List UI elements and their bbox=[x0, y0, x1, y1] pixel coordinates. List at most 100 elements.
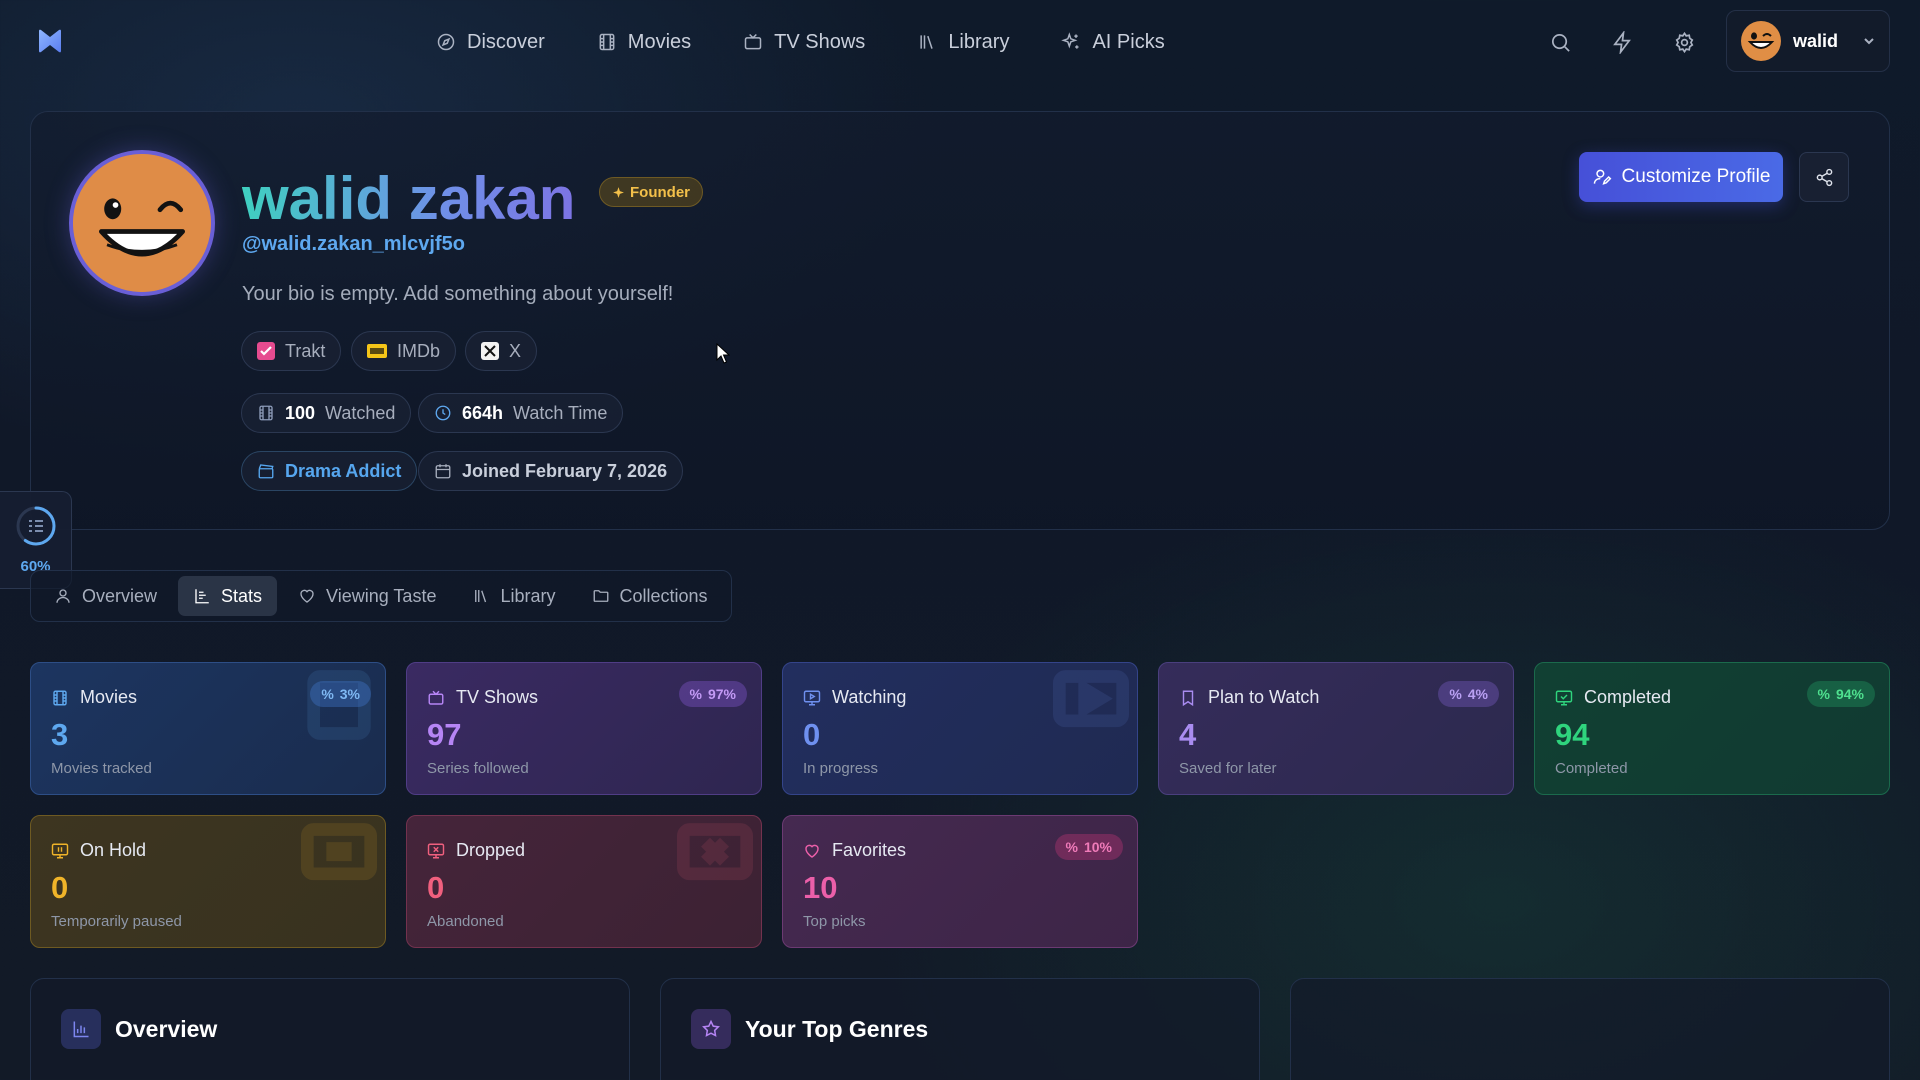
stat-card-tv-shows[interactable]: TV Shows % 97% 97 Series followed bbox=[406, 662, 762, 795]
percent-value: 94% bbox=[1835, 686, 1864, 702]
film-icon bbox=[259, 405, 273, 421]
film-icon bbox=[53, 690, 67, 705]
nav-ai-picks-label: AI Picks bbox=[1092, 30, 1165, 53]
panel-icon bbox=[691, 1009, 731, 1049]
star-icon bbox=[702, 1019, 720, 1037]
library-icon bbox=[475, 590, 487, 603]
search-icon bbox=[1551, 33, 1570, 52]
calendar-icon bbox=[435, 464, 451, 479]
percent-badge: % 94% bbox=[1806, 681, 1875, 707]
quick-actions-button[interactable] bbox=[1610, 24, 1634, 60]
watch-time-value: 664h bbox=[462, 402, 504, 423]
stat-title: Movies bbox=[80, 687, 138, 707]
link-imdb-label: IMDb bbox=[397, 340, 441, 361]
stat-card-dropped[interactable]: Dropped 0 Abandoned bbox=[406, 815, 762, 948]
tab-stats-label: Stats bbox=[221, 585, 263, 606]
percent-icon: % bbox=[321, 686, 334, 702]
stat-title: On Hold bbox=[80, 840, 147, 860]
nav-library[interactable]: Library bbox=[917, 24, 1009, 60]
customize-profile-button[interactable]: Customize Profile bbox=[1579, 152, 1783, 202]
nav-discover[interactable]: Discover bbox=[436, 24, 545, 60]
percent-badge: % 3% bbox=[310, 681, 371, 707]
user-name: walid bbox=[1793, 30, 1839, 51]
folder-icon bbox=[593, 590, 608, 602]
mouse-cursor-icon bbox=[716, 343, 730, 364]
profile-avatar[interactable] bbox=[69, 150, 215, 296]
clock-icon bbox=[435, 405, 451, 421]
nav-tv-shows[interactable]: TV Shows bbox=[743, 24, 865, 60]
top-genres-panel: Your Top Genres bbox=[660, 978, 1260, 1080]
bookmark-icon bbox=[1182, 690, 1194, 706]
nav-ai-picks[interactable]: AI Picks bbox=[1061, 24, 1165, 60]
stat-title: Favorites bbox=[832, 840, 907, 860]
user-icon bbox=[56, 589, 70, 603]
link-x[interactable]: X bbox=[465, 331, 538, 371]
heart-icon bbox=[300, 589, 314, 603]
clapperboard-icon bbox=[258, 464, 274, 479]
share-button[interactable] bbox=[1799, 152, 1849, 202]
percent-icon: % bbox=[1817, 686, 1830, 702]
user-menu-button[interactable]: walid bbox=[1726, 10, 1890, 72]
tab-viewing-taste-label: Viewing Taste bbox=[326, 585, 437, 606]
tab-collections-label: Collections bbox=[619, 585, 708, 606]
stat-subtitle: Series followed bbox=[427, 760, 529, 777]
founder-badge-label: Founder bbox=[630, 183, 690, 201]
overview-panel: Overview bbox=[30, 978, 630, 1080]
stat-value: 0 bbox=[51, 870, 69, 905]
joined-date: Joined February 7, 2026 bbox=[462, 460, 668, 481]
share-icon bbox=[1816, 168, 1832, 186]
percent-icon: % bbox=[1065, 839, 1078, 855]
compass-icon bbox=[437, 33, 455, 51]
profile-tabs: Overview Stats Viewing Taste Library Col… bbox=[30, 570, 732, 622]
link-trakt[interactable]: Trakt bbox=[241, 331, 342, 371]
percent-badge: % 4% bbox=[1438, 681, 1499, 707]
tab-overview[interactable]: Overview bbox=[39, 576, 172, 616]
tab-library[interactable]: Library bbox=[457, 576, 570, 616]
tab-collections[interactable]: Collections bbox=[577, 576, 723, 616]
panel-icon bbox=[61, 1009, 101, 1049]
tab-overview-label: Overview bbox=[82, 585, 158, 606]
watched-count: 100 bbox=[285, 402, 316, 423]
tab-viewing-taste[interactable]: Viewing Taste bbox=[283, 576, 451, 616]
stat-card-on-hold[interactable]: On Hold 0 Temporarily paused bbox=[30, 815, 386, 948]
settings-button[interactable] bbox=[1672, 24, 1696, 60]
tab-stats[interactable]: Stats bbox=[178, 576, 278, 616]
joined-date-chip: Joined February 7, 2026 bbox=[418, 451, 684, 491]
percent-icon: % bbox=[689, 686, 702, 702]
tv-icon bbox=[428, 690, 444, 705]
profile-name: walid zakan bbox=[242, 165, 576, 232]
stat-card-movies[interactable]: Movies % 3% 3 Movies tracked bbox=[30, 662, 386, 795]
film-icon bbox=[599, 33, 615, 51]
heart-icon bbox=[805, 844, 819, 858]
chart-icon bbox=[195, 589, 209, 604]
persona-label: Drama Addict bbox=[285, 460, 402, 481]
nav-movies-label: Movies bbox=[627, 30, 692, 53]
panel-title: Overview bbox=[115, 1015, 218, 1042]
top-navbar: Discover Movies TV Shows Library AI Pick… bbox=[0, 0, 1920, 84]
percent-value: 10% bbox=[1083, 839, 1112, 855]
sparkles-icon bbox=[1061, 32, 1079, 49]
brand-logo-icon[interactable] bbox=[36, 27, 64, 55]
stat-card-watching[interactable]: Watching 0 In progress bbox=[782, 662, 1138, 795]
stat-subtitle: Movies tracked bbox=[51, 760, 152, 777]
stat-subtitle: Temporarily paused bbox=[51, 913, 182, 930]
tv-icon bbox=[744, 33, 762, 50]
search-button[interactable] bbox=[1548, 24, 1572, 60]
stat-card-completed[interactable]: Completed % 94% 94 Completed bbox=[1534, 662, 1890, 795]
stat-card-favorites[interactable]: Favorites % 10% 10 Top picks bbox=[782, 815, 1138, 948]
percent-value: 4% bbox=[1467, 686, 1488, 702]
link-x-label: X bbox=[509, 340, 522, 361]
library-icon bbox=[920, 35, 934, 49]
percent-value: 3% bbox=[339, 686, 360, 702]
stat-card-plan-to-watch[interactable]: Plan to Watch % 4% 4 Saved for later bbox=[1158, 662, 1514, 795]
nav-tv-shows-label: TV Shows bbox=[774, 30, 866, 53]
link-imdb[interactable]: IMDb bbox=[351, 331, 457, 371]
panel-title: Your Top Genres bbox=[745, 1015, 929, 1042]
monitor-play-icon bbox=[1053, 670, 1129, 728]
monitor-check-icon bbox=[1555, 690, 1573, 705]
nav-movies[interactable]: Movies bbox=[597, 24, 691, 60]
gear-icon bbox=[1675, 31, 1693, 53]
stat-title: Watching bbox=[832, 687, 907, 707]
stat-title: TV Shows bbox=[456, 687, 539, 707]
stat-subtitle: Saved for later bbox=[1179, 760, 1277, 777]
